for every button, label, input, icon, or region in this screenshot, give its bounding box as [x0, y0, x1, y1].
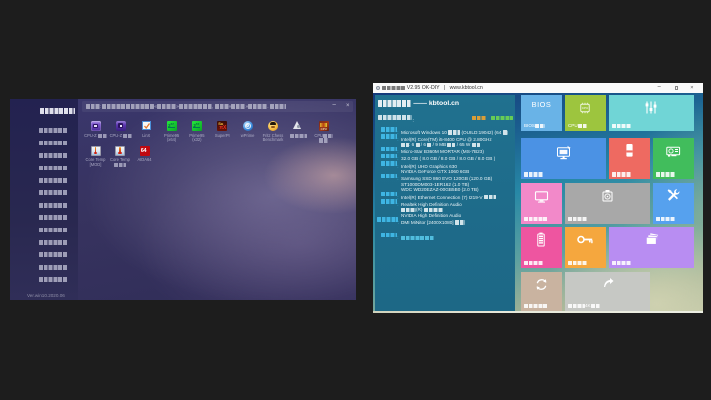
svg-text:CPU: CPU — [582, 106, 588, 110]
